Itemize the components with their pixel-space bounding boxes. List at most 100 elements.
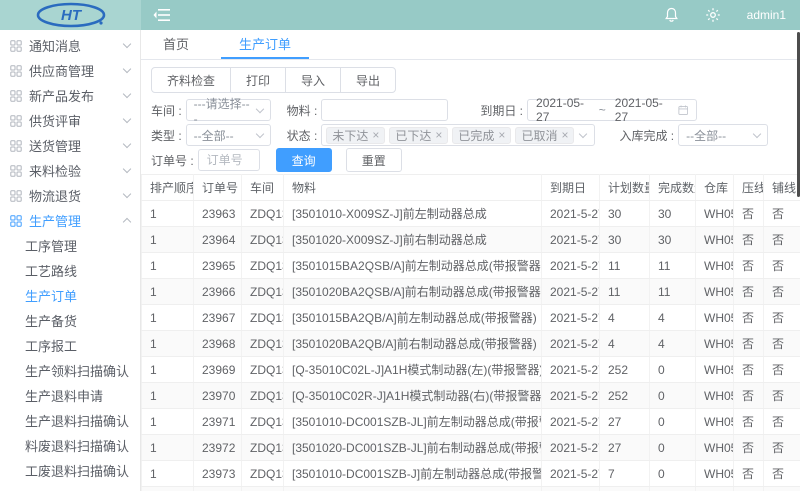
table-row[interactable]: 123963ZDQ13[3501010-X009SZ-J]前左制动器总成2021… xyxy=(142,201,800,227)
cell: 23963 xyxy=(194,201,242,227)
sidebar-item[interactable]: 通知消息 xyxy=(0,33,140,58)
fold-menu-button[interactable] xyxy=(153,8,171,22)
due-date-range[interactable]: 2021-05-27 ~ 2021-05-27 xyxy=(527,99,697,121)
cell: 2021-5-27 xyxy=(542,383,600,409)
sidebar-item[interactable]: 物流退货 xyxy=(0,183,140,208)
sidebar-subitem[interactable]: 生产订单 xyxy=(0,283,140,308)
cell: WH05 xyxy=(696,331,734,357)
due-date-from[interactable]: 2021-05-27 xyxy=(536,96,590,124)
cell: 23966 xyxy=(194,279,242,305)
column-header: 车间 xyxy=(242,175,284,201)
cell: WH05 xyxy=(696,201,734,227)
gear-icon[interactable] xyxy=(705,7,721,23)
sidebar-subitem[interactable]: 生产退料申请 xyxy=(0,383,140,408)
table-row[interactable]: 123965ZDQ13[3501015BA2QSB/A]前左制动器总成(带报警器… xyxy=(142,253,800,279)
cell: WH05 xyxy=(696,435,734,461)
type-select[interactable]: --全部-- xyxy=(186,124,271,146)
cell: 23973 xyxy=(194,461,242,487)
cell: 1 xyxy=(142,253,194,279)
top-bar: HT admin1 xyxy=(0,0,800,30)
cell: 23974 xyxy=(194,487,242,491)
toolbar-button[interactable]: 导出 xyxy=(340,67,396,93)
close-icon[interactable]: × xyxy=(372,129,379,141)
table-row[interactable]: 123969ZDQ13[Q-35010C02L-J]A1H模式制动器(左)(带报… xyxy=(142,357,800,383)
calendar-icon xyxy=(678,104,689,116)
tab[interactable]: 首页 xyxy=(145,30,207,59)
sidebar-subitem[interactable]: 生产退料扫描确认 xyxy=(0,408,140,433)
search-button[interactable]: 查询 xyxy=(276,148,332,172)
cell: 2021-5-27 xyxy=(542,357,600,383)
sidebar-item[interactable]: 生产管理 xyxy=(0,208,140,233)
cell: 0 xyxy=(650,383,696,409)
cell: [3501010-X009SZ-J]前左制动器总成 xyxy=(284,201,542,227)
status-multiselect[interactable]: 未下达 × 已下达 × 已完成 × 已取消 × xyxy=(321,124,595,146)
cell: 0 xyxy=(650,435,696,461)
table-row[interactable]: 123973ZDQ13[3501010-DC001SZB-J]前左制动器总成(带… xyxy=(142,461,800,487)
sidebar-item[interactable]: 新产品发布 xyxy=(0,83,140,108)
cell: [3501015BA2QB/A]前左制动器总成(带报警器) xyxy=(284,305,542,331)
stock-done-label: 入库完成 : xyxy=(619,127,674,144)
toolbar-button[interactable]: 打印 xyxy=(230,67,286,93)
sidebar-item[interactable]: 供应商管理 xyxy=(0,58,140,83)
column-header: 压线 xyxy=(734,175,764,201)
status-tag[interactable]: 已下达 × xyxy=(389,127,448,144)
cell: 否 xyxy=(764,279,800,305)
cell: 4 xyxy=(650,305,696,331)
status-tag[interactable]: 已取消 × xyxy=(515,127,574,144)
sidebar-subitem[interactable]: 生产备货 xyxy=(0,308,140,333)
bell-icon[interactable] xyxy=(664,7,679,23)
cell: 否 xyxy=(764,201,800,227)
cell: 1 xyxy=(142,201,194,227)
sidebar-item[interactable]: 供货评审 xyxy=(0,108,140,133)
order-no-input[interactable] xyxy=(198,149,260,171)
sidebar-subitem[interactable]: 料废退料扫描确认 xyxy=(0,433,140,458)
cell: ZDQ13 xyxy=(242,461,284,487)
cell: ZDQ13 xyxy=(242,409,284,435)
status-tag[interactable]: 未下达 × xyxy=(326,127,385,144)
cell: ZDQ13 xyxy=(242,305,284,331)
sidebar-subitem[interactable]: 生产领料扫描确认 xyxy=(0,358,140,383)
cell: ZDQ13 xyxy=(242,279,284,305)
cell: 否 xyxy=(764,357,800,383)
cell: 否 xyxy=(734,357,764,383)
table-row[interactable]: 123971ZDQ13[3501010-DC001SZB-JL]前左制动器总成(… xyxy=(142,409,800,435)
sidebar-item[interactable]: 来料检验 xyxy=(0,158,140,183)
table-row[interactable]: 123974ZDQ13[3501020-DC001SZB-J]前右制动器总成(带… xyxy=(142,487,800,491)
tab-label: 生产订单 xyxy=(239,34,291,53)
status-tag[interactable]: 已完成 × xyxy=(452,127,511,144)
table-row[interactable]: 123972ZDQ13[3501020-DC001SZB-JL]前右制动器总成(… xyxy=(142,435,800,461)
close-icon[interactable]: × xyxy=(435,129,442,141)
sidebar-subitem-label: 工废退料扫描确认 xyxy=(25,461,129,480)
workshop-select[interactable]: ---请选择--- xyxy=(186,99,271,121)
cell: [3501020-DC001SZB-JL]前右制动器总成(带报警器)(老气室) xyxy=(284,435,542,461)
cell: 11 xyxy=(600,279,650,305)
cell: 否 xyxy=(764,461,800,487)
sidebar-subitem[interactable]: 工废退料扫描确认 xyxy=(0,458,140,483)
cell: 0 xyxy=(650,461,696,487)
username[interactable]: admin1 xyxy=(747,8,786,22)
material-input[interactable] xyxy=(321,99,448,121)
table-row[interactable]: 123970ZDQ13[Q-35010C02R-J]A1H模式制动器(右)(带报… xyxy=(142,383,800,409)
status-tag-label: 已取消 xyxy=(521,127,557,144)
table-row[interactable]: 123966ZDQ13[3501020BA2QSB/A]前右制动器总成(带报警器… xyxy=(142,279,800,305)
toolbar-button[interactable]: 齐料检查 xyxy=(151,67,231,93)
cell: 4 xyxy=(650,331,696,357)
sidebar-subitem[interactable]: 工艺路线 xyxy=(0,258,140,283)
due-date-to[interactable]: 2021-05-27 xyxy=(615,96,669,124)
table-row[interactable]: 123967ZDQ13[3501015BA2QB/A]前左制动器总成(带报警器)… xyxy=(142,305,800,331)
table-row[interactable]: 123968ZDQ13[3501020BA2QB/A]前右制动器总成(带报警器)… xyxy=(142,331,800,357)
tab[interactable]: 生产订单 xyxy=(221,30,309,59)
sidebar-subitem-label: 生产退料扫描确认 xyxy=(25,411,129,430)
toolbar-button[interactable]: 导入 xyxy=(285,67,341,93)
stock-done-select[interactable]: --全部-- xyxy=(678,124,768,146)
cell: 23965 xyxy=(194,253,242,279)
sidebar-item-label: 供应商管理 xyxy=(29,61,124,80)
sidebar-item[interactable]: 送货管理 xyxy=(0,133,140,158)
table-row[interactable]: 123964ZDQ13[3501020-X009SZ-J]前右制动器总成2021… xyxy=(142,227,800,253)
close-icon[interactable]: × xyxy=(498,129,505,141)
close-icon[interactable]: × xyxy=(561,129,568,141)
column-header: 到期日 xyxy=(542,175,600,201)
reset-button[interactable]: 重置 xyxy=(346,148,402,172)
sidebar-subitem[interactable]: 工序管理 xyxy=(0,233,140,258)
sidebar-subitem[interactable]: 工序报工 xyxy=(0,333,140,358)
